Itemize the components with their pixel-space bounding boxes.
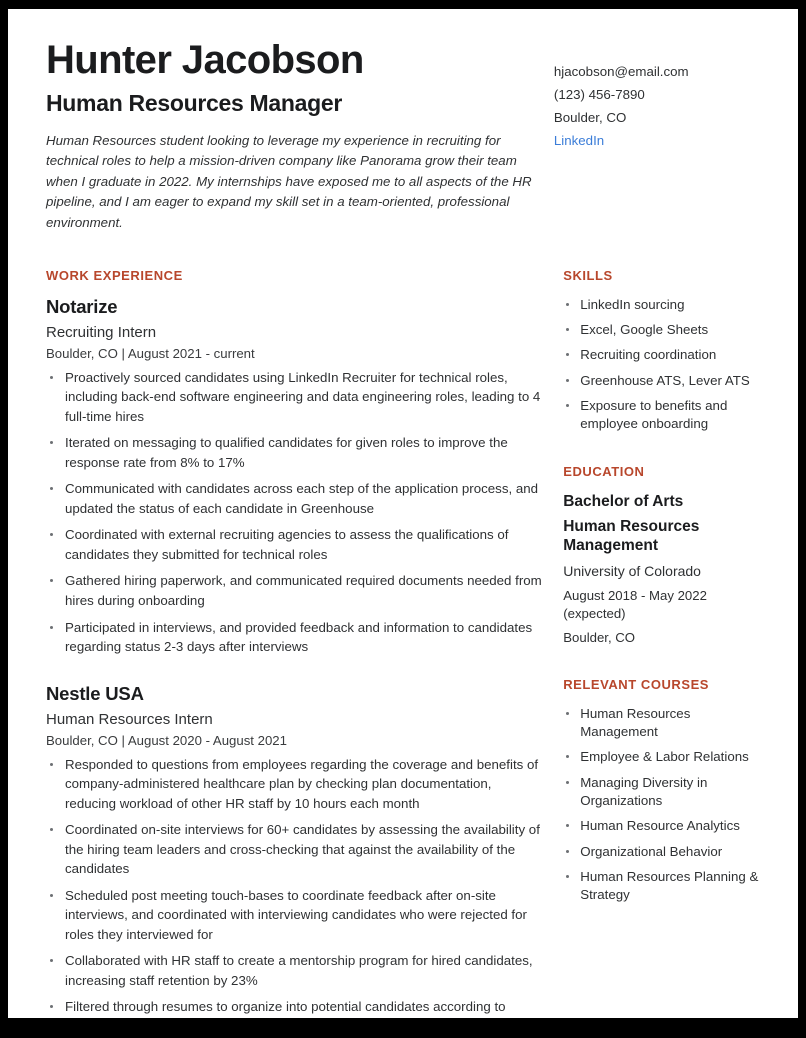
contact-email[interactable]: hjacobson@email.com [554, 61, 768, 84]
list-item: Collaborated with HR staff to create a m… [46, 951, 545, 990]
relevant-courses-list: Human Resources Management Employee & La… [563, 705, 768, 905]
list-item: Participated in interviews, and provided… [46, 618, 545, 657]
job-meta: Boulder, CO | August 2020 - August 2021 [46, 732, 287, 748]
list-item: LinkedIn sourcing [563, 296, 768, 314]
list-item: Filtered through resumes to organize int… [46, 997, 545, 1018]
sidebar-column: SKILLS LinkedIn sourcing Excel, Google S… [563, 268, 768, 1018]
job-bullets: Proactively sourced candidates using Lin… [46, 368, 545, 657]
job-role: Recruiting Intern [46, 323, 157, 341]
list-item: Managing Diversity in Organizations [563, 774, 768, 811]
contact-location: Boulder, CO [553, 109, 627, 125]
header-left: Hunter Jacobson Human Resources Manager … [46, 38, 554, 234]
contact-block: hjacobson@email.com (123) 456-7890 Bould… [554, 39, 768, 152]
list-item: Employee & Labor Relations [563, 748, 768, 766]
resume-content: Hunter Jacobson Human Resources Manager … [8, 9, 798, 1018]
job-entry: Notarize Recruiting Intern Boulder, CO |… [46, 296, 545, 657]
education-degree: Bachelor of Arts [563, 492, 684, 510]
job-meta: Boulder, CO | August 2021 - current [46, 345, 255, 361]
list-item: Human Resources Management [563, 705, 768, 742]
list-item: Iterated on messaging to qualified candi… [46, 433, 545, 472]
list-item: Excel, Google Sheets [563, 321, 768, 339]
education-section: EDUCATION Bachelor of Arts Human Resourc… [563, 464, 768, 647]
job-entry: Nestle USA Human Resources Intern Boulde… [46, 683, 545, 1018]
resume-body: WORK EXPERIENCE Notarize Recruiting Inte… [46, 268, 768, 1018]
main-column: WORK EXPERIENCE Notarize Recruiting Inte… [46, 268, 545, 1018]
list-item: Scheduled post meeting touch-bases to co… [46, 886, 545, 945]
section-heading-skills: SKILLS [563, 267, 613, 283]
job-company: Nestle USA [46, 682, 144, 704]
section-heading-relevant-courses: RELEVANT COURSES [563, 676, 710, 692]
education-field: Human Resources Management [563, 517, 700, 555]
list-item: Human Resources Planning & Strategy [563, 868, 768, 905]
resume-header: Hunter Jacobson Human Resources Manager … [46, 38, 768, 234]
list-item: Exposure to benefits and employee onboar… [563, 397, 768, 434]
list-item: Communicated with candidates across each… [46, 479, 545, 518]
contact-phone[interactable]: (123) 456-7890 [554, 84, 768, 107]
job-role: Human Resources Intern [46, 710, 213, 728]
list-item: Responded to questions from employees re… [46, 755, 545, 814]
list-item: Human Resource Analytics [563, 817, 768, 835]
professional-summary: Human Resources student looking to lever… [46, 132, 532, 231]
list-item: Organizational Behavior [563, 843, 768, 861]
job-company: Notarize [46, 295, 118, 317]
job-bullets: Responded to questions from employees re… [46, 755, 545, 1018]
skills-list: LinkedIn sourcing Excel, Google Sheets R… [563, 296, 768, 434]
education-school: University of Colorado [563, 563, 701, 580]
page-title: Hunter Jacobson [46, 38, 364, 82]
list-item: Greenhouse ATS, Lever ATS [563, 372, 768, 390]
list-item: Gathered hiring paperwork, and communica… [46, 571, 545, 610]
list-item: Coordinated on-site interviews for 60+ c… [46, 820, 545, 879]
header-job-title: Human Resources Manager [46, 90, 343, 117]
list-item: Coordinated with external recruiting age… [46, 525, 545, 564]
list-item: Recruiting coordination [563, 346, 768, 364]
education-location: Boulder, CO [563, 629, 636, 645]
skills-section: SKILLS LinkedIn sourcing Excel, Google S… [563, 268, 768, 434]
relevant-courses-section: RELEVANT COURSES Human Resources Managem… [563, 677, 768, 905]
section-heading-education: EDUCATION [563, 463, 645, 479]
education-dates: August 2018 - May 2022 (expected) [563, 588, 707, 621]
section-heading-work-experience: WORK EXPERIENCE [46, 267, 183, 283]
list-item: Proactively sourced candidates using Lin… [46, 368, 545, 427]
linkedin-link[interactable]: LinkedIn [554, 130, 768, 153]
resume-page: Hunter Jacobson Human Resources Manager … [8, 9, 798, 1018]
